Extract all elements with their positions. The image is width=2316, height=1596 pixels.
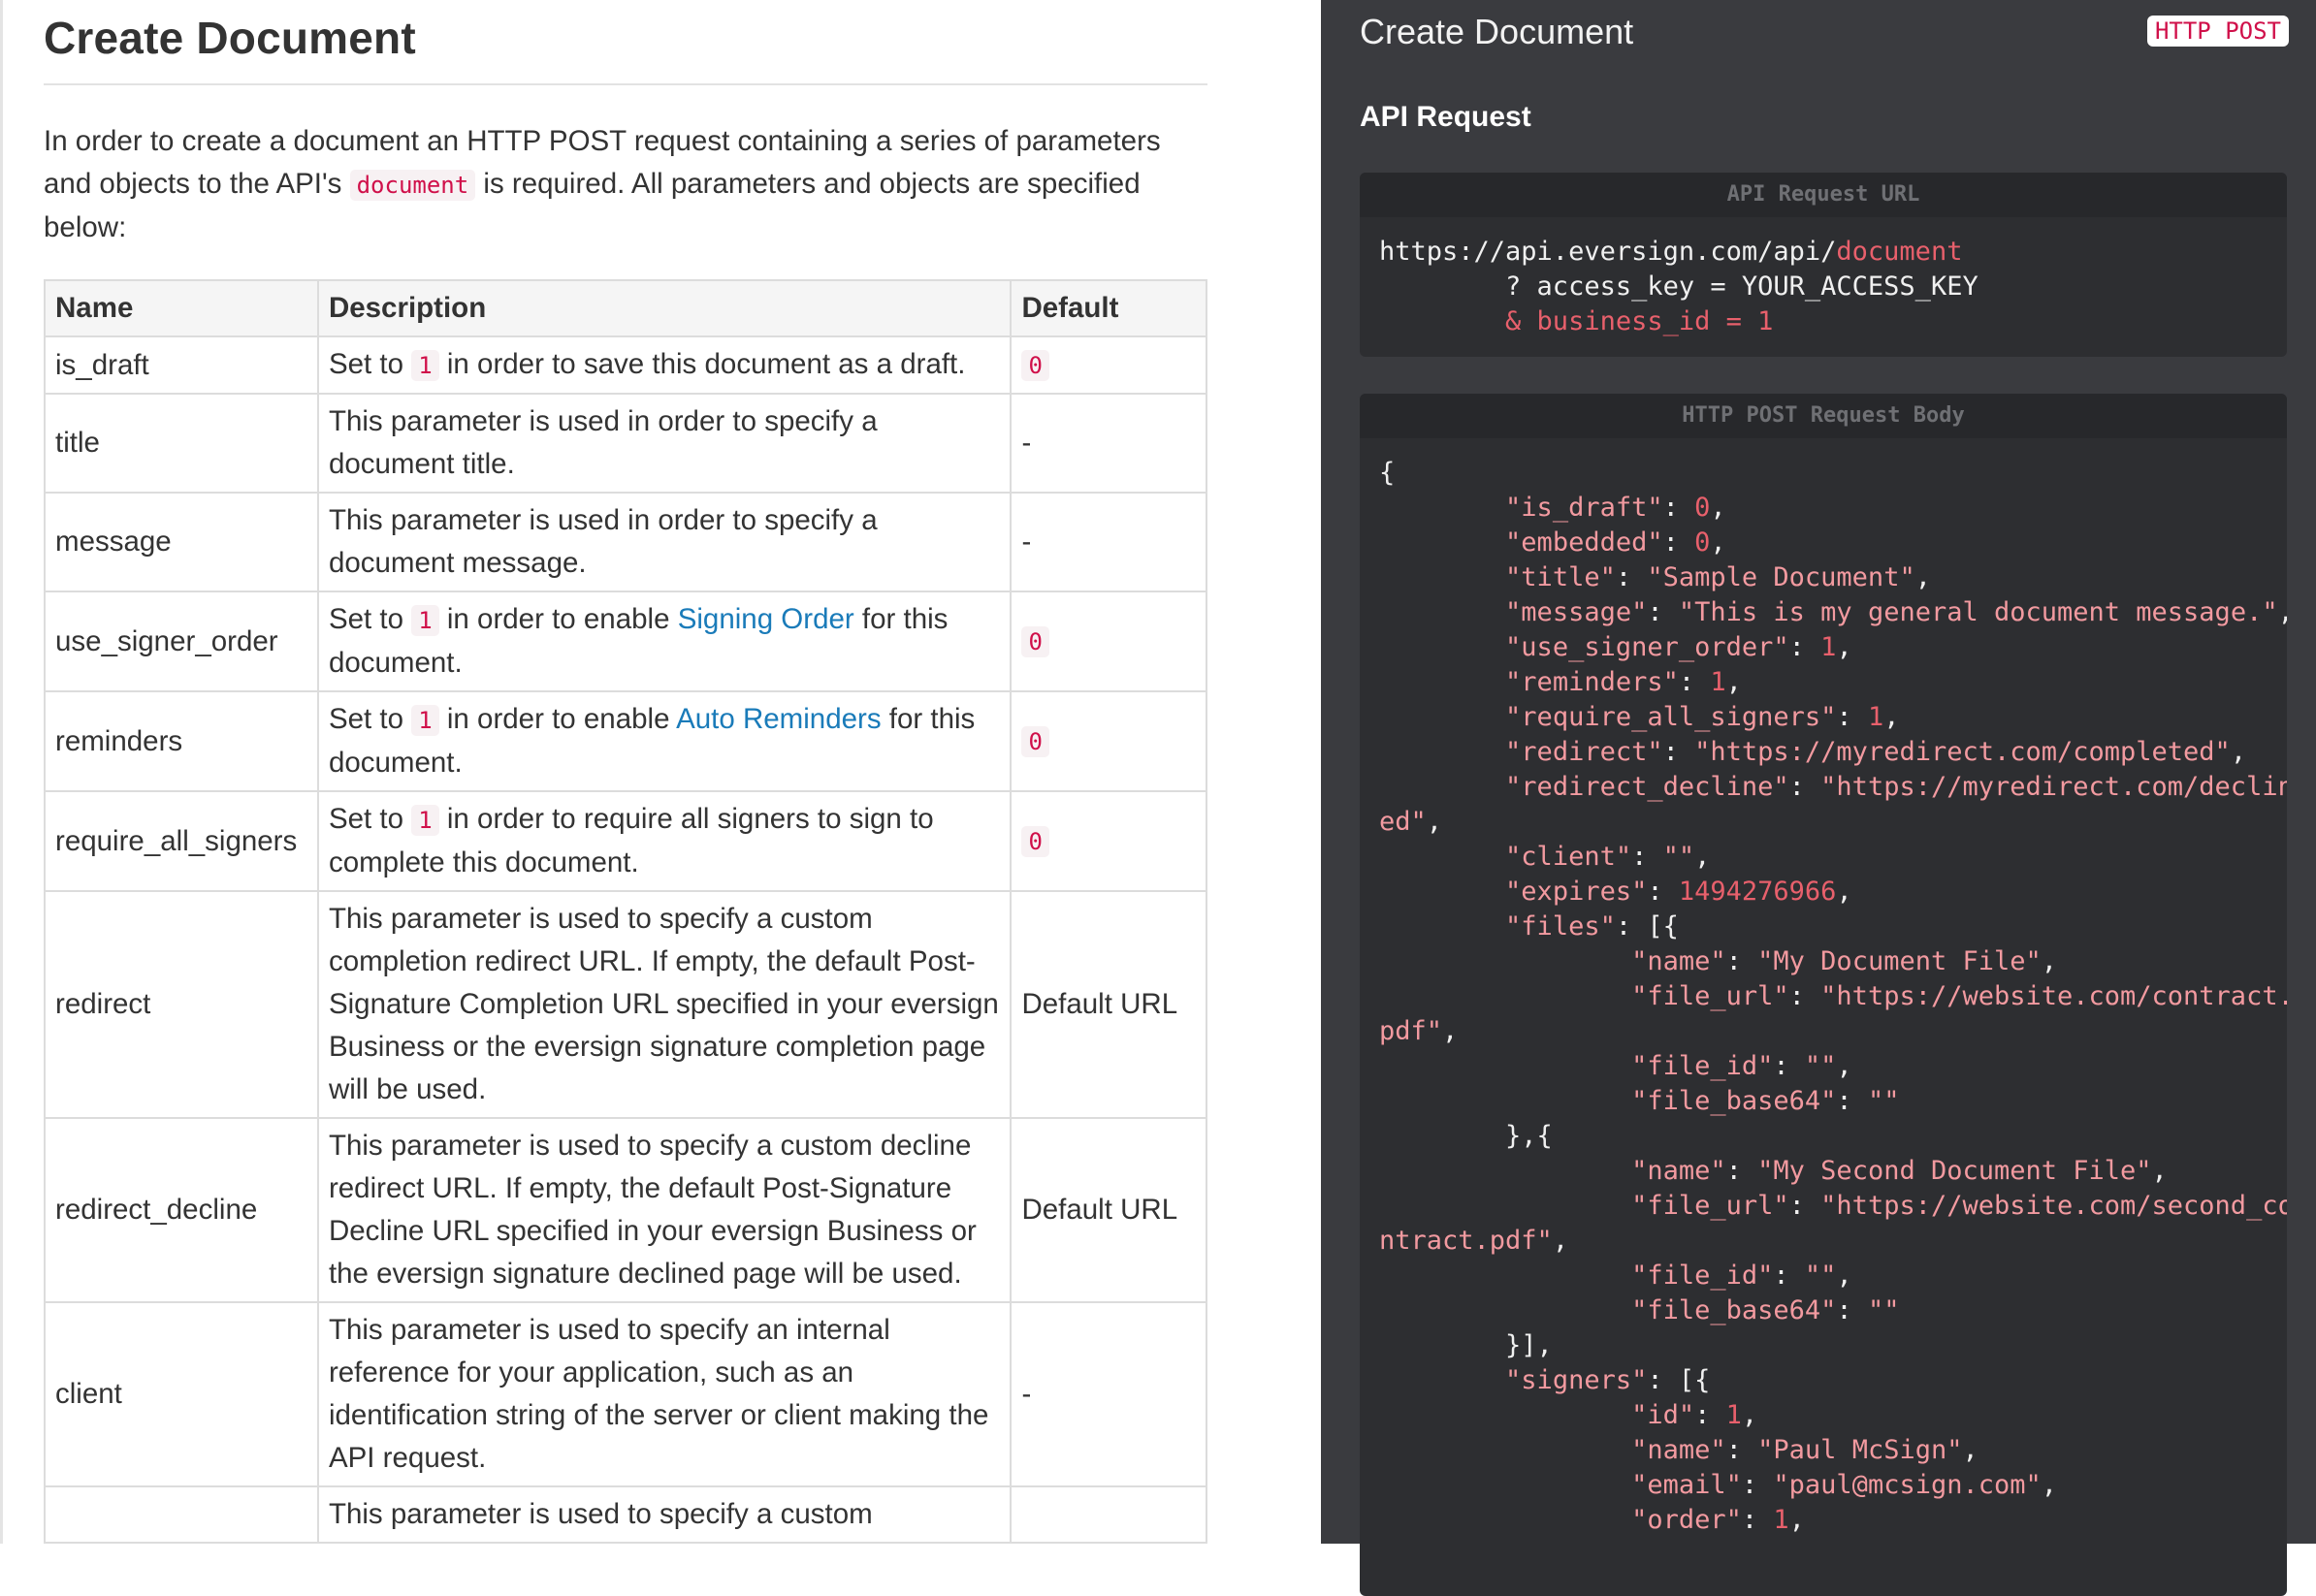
table-row: client This parameter is used to specify … xyxy=(44,1301,1207,1487)
table-row: redirect This parameter is used to specif… xyxy=(44,890,1207,1119)
table-row: redirect_decline This parameter is used t… xyxy=(44,1117,1207,1303)
desc-text: This parameter is used to specify a cust… xyxy=(328,903,999,1105)
page-title: Create Document xyxy=(44,13,416,63)
request-url-caption: API Request URL xyxy=(1360,173,2287,217)
param-name: require_all_signers xyxy=(44,790,319,892)
table-row: require_all_signers Set to 1 in order to … xyxy=(44,790,1207,892)
request-url-box: API Request URL https://api.eversign.com… xyxy=(1360,173,2287,357)
url-base: https://api.eversign.com/api/ xyxy=(1379,237,1837,267)
param-description: This parameter is used to specify an int… xyxy=(316,1301,1013,1487)
param-default: - xyxy=(1010,393,1207,494)
doc-link[interactable]: Signing Order xyxy=(678,603,854,635)
parameters-table: Name Description Default is_draft Set to … xyxy=(44,279,1207,1544)
param-default: 0 xyxy=(1010,790,1207,892)
desc-text-post: in order to save this document as a draf… xyxy=(446,348,966,380)
desc-text: Set to xyxy=(328,348,404,380)
api-title: Create Document xyxy=(1360,12,1634,51)
table-row: use_signer_order Set to 1 in order to ena… xyxy=(44,591,1207,692)
param-description: Set to 1 in order to save this document … xyxy=(316,335,1013,395)
desc-text: Set to xyxy=(328,603,404,635)
table-row: is_draft Set to 1 in order to save this d… xyxy=(44,335,1207,395)
param-default: Default URL xyxy=(1010,890,1207,1119)
url-business-id: & business_id = 1 xyxy=(1379,306,1774,336)
param-name: is_draft xyxy=(44,335,319,395)
desc-text: This parameter is used to specify a cust… xyxy=(328,1498,873,1530)
request-body-code[interactable]: { "is_draft": 0, "embedded": 0, "title":… xyxy=(1360,438,2287,1555)
param-name: title xyxy=(44,393,319,494)
desc-text-post: in order to enable xyxy=(446,703,670,735)
param-name: redirect xyxy=(44,890,319,1119)
param-default: - xyxy=(1010,492,1207,592)
url-access-key: ? access_key = YOUR_ACCESS_KEY xyxy=(1379,271,1978,302)
request-url-code[interactable]: https://api.eversign.com/api/document ? … xyxy=(1360,217,2287,357)
desc-text-post: in order to enable xyxy=(446,603,670,635)
intro-endpoint-code: document xyxy=(349,170,476,201)
param-default: 0 xyxy=(1010,335,1207,395)
docs-panel: Create Document In order to create a doc… xyxy=(0,0,1321,1544)
param-description: This parameter is used in order to speci… xyxy=(316,393,1013,494)
desc-inline-code: 1 xyxy=(411,705,439,736)
default-value-code: 0 xyxy=(1021,350,1049,381)
table-row: reminders Set to 1 in order to enable Aut… xyxy=(44,690,1207,792)
desc-inline-code: 1 xyxy=(411,805,439,836)
table-row: This parameter is used to specify a cust… xyxy=(44,1485,1207,1544)
param-name: reminders xyxy=(44,690,319,792)
param-name: client xyxy=(44,1301,319,1487)
default-value-code: 0 xyxy=(1021,826,1049,857)
url-endpoint: document xyxy=(1836,237,1963,267)
param-default: Default URL xyxy=(1010,1117,1207,1303)
table-header-row: Name Description Default xyxy=(44,279,1207,337)
param-description: Set to 1 in order to enable Signing Orde… xyxy=(316,591,1013,692)
param-name: message xyxy=(44,492,319,592)
param-description: This parameter is used to specify a cust… xyxy=(316,890,1013,1119)
param-description: Set to 1 in order to enable Auto Reminde… xyxy=(316,690,1013,792)
header-description: Description xyxy=(316,279,1013,337)
desc-inline-code: 1 xyxy=(411,350,439,381)
param-default: - xyxy=(1010,1301,1207,1487)
api-panel: Create Document HTTP POST API Request AP… xyxy=(1321,0,2316,1596)
param-description: Set to 1 in order to require all signers… xyxy=(316,790,1013,892)
desc-inline-code: 1 xyxy=(411,605,439,636)
param-name xyxy=(44,1485,319,1544)
intro-paragraph: In order to create a document an HTTP PO… xyxy=(44,120,1207,249)
desc-text: This parameter is used to specify a cust… xyxy=(328,1130,977,1290)
param-description: This parameter is used to specify a cust… xyxy=(316,1117,1013,1303)
param-default xyxy=(1010,1485,1207,1544)
desc-text: Set to xyxy=(328,703,404,735)
param-name: use_signer_order xyxy=(44,591,319,692)
header-name: Name xyxy=(44,279,319,337)
param-default: 0 xyxy=(1010,591,1207,692)
param-description: This parameter is used in order to speci… xyxy=(316,492,1013,592)
title-divider xyxy=(44,83,1207,85)
param-default: 0 xyxy=(1010,690,1207,792)
default-value-code: 0 xyxy=(1021,626,1049,657)
param-description: This parameter is used to specify a cust… xyxy=(316,1485,1013,1544)
desc-text: Set to xyxy=(328,803,404,835)
request-body-box: HTTP POST Request Body { "is_draft": 0, … xyxy=(1360,394,2287,1596)
param-name: redirect_decline xyxy=(44,1117,319,1303)
http-method-badge: HTTP POST xyxy=(2146,16,2289,47)
request-body-caption: HTTP POST Request Body xyxy=(1360,394,2287,438)
desc-text: This parameter is used in order to speci… xyxy=(328,504,878,579)
default-value-code: 0 xyxy=(1021,726,1049,757)
desc-text: This parameter is used in order to speci… xyxy=(328,405,878,480)
desc-text: This parameter is used to specify an int… xyxy=(328,1314,989,1474)
header-default: Default xyxy=(1010,279,1207,337)
doc-link[interactable]: Auto Reminders xyxy=(676,703,882,735)
table-row: title This parameter is used in order to … xyxy=(44,393,1207,494)
api-request-heading: API Request xyxy=(1360,101,1531,133)
table-row: message This parameter is used in order t… xyxy=(44,492,1207,592)
